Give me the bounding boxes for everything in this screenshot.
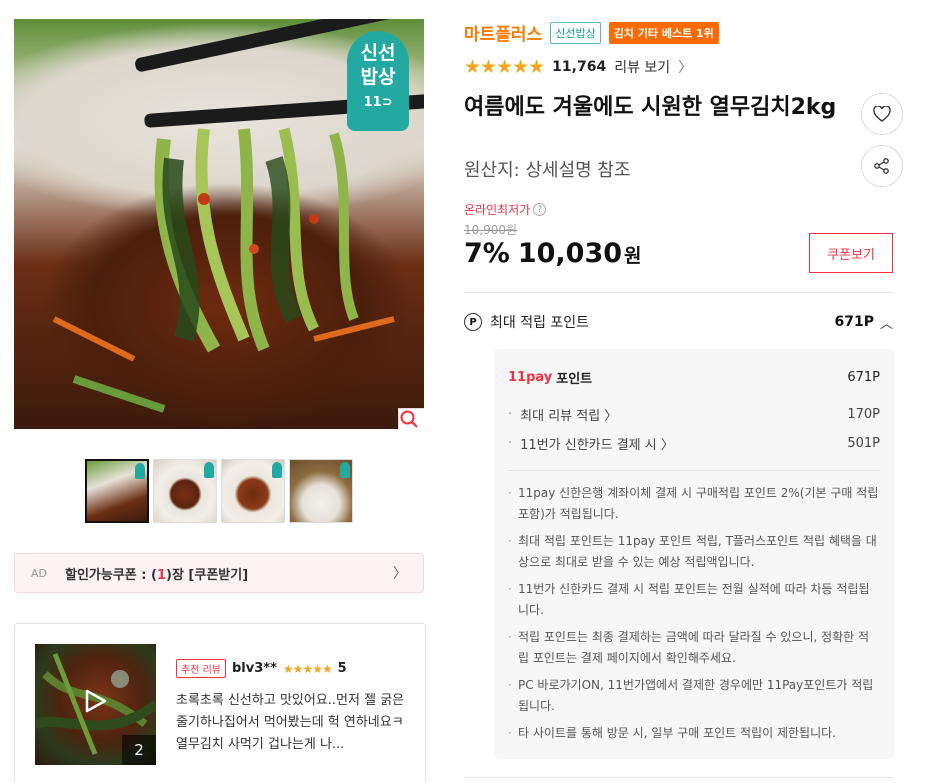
points-note: 적립 포인트는 최종 결제하는 금액에 따라 달라질 수 있으니, 정확한 적립…: [508, 627, 880, 669]
bullet: ·: [508, 407, 513, 422]
review-points-label: 최대 리뷰 적립 〉: [520, 409, 618, 424]
chevron-right-icon: 〉: [393, 566, 407, 582]
view-coupon-button[interactable]: 쿠폰보기: [809, 233, 893, 273]
coupon-text-suffix: )장 [쿠폰받기]: [166, 567, 249, 583]
review-meta: 추천 리뷰 blv3** ★★★★★ 5: [176, 659, 347, 678]
view-reviews-link[interactable]: 리뷰 보기: [614, 57, 670, 77]
thumbnail-1[interactable]: [85, 459, 149, 523]
thumbnail-4[interactable]: [289, 459, 353, 523]
coupon-count: 1: [156, 567, 166, 583]
review-count: 11,764: [552, 59, 607, 75]
review-image-count: 2: [122, 735, 156, 765]
mini-badge-icon: [340, 462, 350, 478]
price-row: 7% 10,030 원: [464, 238, 642, 269]
review-points-value: 170P: [847, 407, 880, 422]
points-note: 최대 적립 포인트는 11pay 포인트 적립, T플러스포인트 적립 혜택을 …: [508, 531, 880, 573]
share-icon: [874, 158, 889, 174]
discount-rate: 7%: [464, 238, 510, 269]
review-text: 초록초록 신선하고 맛있어요..먼저 젤 굵은 줄기하나집어서 먹어봤는데 헉 …: [176, 693, 405, 752]
review-points-row[interactable]: · 최대 리뷰 적립 〉 170P: [508, 405, 880, 424]
coupon-text-prefix: 할인가능쿠폰 : (: [65, 567, 157, 583]
point-icon: P: [464, 313, 482, 331]
like-button[interactable]: [861, 93, 903, 135]
review-video-thumbnail[interactable]: 2: [35, 644, 156, 765]
points-note: PC 바로가기ON, 11번가앱에서 결제한 경우에만 11Pay포인트가 적립…: [508, 675, 880, 717]
original-price: 10,900원: [464, 223, 518, 237]
divider: [508, 470, 880, 471]
pay-points-row: 11pay 포인트 671P: [508, 368, 880, 387]
brand-row: 마트플러스 신선밥상 김치 기타 베스트 1위: [464, 20, 719, 45]
zoom-button[interactable]: [398, 408, 424, 429]
shinhan-card-points-row[interactable]: · 11번가 신한카드 결제 시 〉 501P: [508, 434, 880, 453]
review-points-text: 최대 리뷰 적립: [520, 409, 601, 424]
bullet: ·: [508, 436, 513, 451]
heart-icon: [873, 106, 891, 122]
brand-name-link[interactable]: 마트플러스: [464, 20, 542, 45]
points-note: 타 사이트를 통해 방문 시, 일부 구매 포인트 적립이 제한됩니다.: [508, 723, 880, 744]
divider: [464, 777, 893, 778]
product-title: 여름에도 겨울에도 시원한 열무김치2kg: [464, 95, 837, 120]
badge-logo: 11⊃: [363, 95, 393, 110]
shinhan-card-points-text: 11번가 신한카드 결제 시: [520, 438, 657, 453]
coupon-text: 할인가능쿠폰 : (1)장 [쿠폰받기]: [65, 564, 393, 583]
featured-review-card[interactable]: 2 추천 리뷰 blv3** ★★★★★ 5 초록초록 신선하고 맛있어요..먼…: [14, 623, 426, 783]
product-origin: 원산지: 상세설명 참조: [464, 160, 631, 181]
reviewer-name: blv3**: [231, 661, 277, 676]
rating-stars: ★★★★★: [464, 56, 545, 78]
lowest-price-text: 온라인최저가: [464, 203, 531, 217]
best-seller-badge: 김치 기타 베스트 1위: [608, 21, 719, 44]
11pay-logo-icon: 11pay: [508, 370, 553, 385]
max-points-label: 최대 적립 포인트: [490, 315, 590, 331]
badge-text-2: 밥상: [360, 66, 396, 88]
mini-badge-icon: [135, 463, 145, 479]
review-score: 5: [337, 661, 347, 676]
rating-row[interactable]: ★★★★★ 11,764 리뷰 보기 〉: [464, 56, 692, 78]
main-product-image[interactable]: 신선 밥상 11⊃: [14, 19, 424, 429]
recommended-review-badge: 추천 리뷰: [176, 659, 226, 678]
points-note: 11pay 신한은행 계좌이체 결제 시 구매적립 포인트 2%(기본 구매 적…: [508, 483, 880, 525]
thumbnail-2[interactable]: [153, 459, 217, 523]
chevron-right-icon: 〉: [678, 60, 693, 76]
max-points-value: 671P: [834, 314, 874, 330]
shinhan-card-points-label: 11번가 신한카드 결제 시 〉: [520, 438, 674, 453]
divider: [464, 292, 893, 293]
help-icon[interactable]: ?: [533, 203, 547, 216]
fresh-table-tag: 신선밥상: [550, 21, 601, 44]
pay-points-label: 포인트: [556, 372, 593, 387]
review-stars: ★★★★★: [282, 661, 333, 676]
badge-text-1: 신선: [360, 42, 396, 64]
coupon-ad-bar[interactable]: AD 할인가능쿠폰 : (1)장 [쿠폰받기] 〉: [14, 553, 424, 593]
mini-badge-icon: [204, 462, 214, 478]
points-notes-list: 11pay 신한은행 계좌이체 결제 시 구매적립 포인트 2%(기본 구매 적…: [508, 483, 880, 750]
points-detail-box: 11pay 포인트 671P · 최대 리뷰 적립 〉 170P · 11번가 …: [494, 349, 894, 759]
online-lowest-price-label: 온라인최저가 ?: [464, 201, 547, 218]
ad-label: AD: [31, 566, 47, 580]
thumbnail-list: [85, 459, 353, 523]
play-icon: [85, 689, 107, 713]
sale-price: 10,030: [517, 238, 623, 269]
fresh-table-badge: 신선 밥상 11⊃: [347, 31, 409, 131]
currency-unit: 원: [624, 245, 642, 267]
magnifier-icon: [400, 410, 418, 428]
share-button[interactable]: [861, 145, 903, 187]
mini-badge-icon: [272, 462, 282, 478]
pay-points-value: 671P: [847, 370, 880, 385]
points-note: 11번가 신한카드 결제 시 적립 포인트는 전월 실적에 따라 차등 적립됩니…: [508, 579, 880, 621]
max-points-toggle[interactable]: P 최대 적립 포인트 671P ︿: [464, 308, 893, 336]
shinhan-card-points-value: 501P: [847, 436, 880, 451]
chevron-up-icon: ︿: [879, 316, 893, 332]
thumbnail-3[interactable]: [221, 459, 285, 523]
